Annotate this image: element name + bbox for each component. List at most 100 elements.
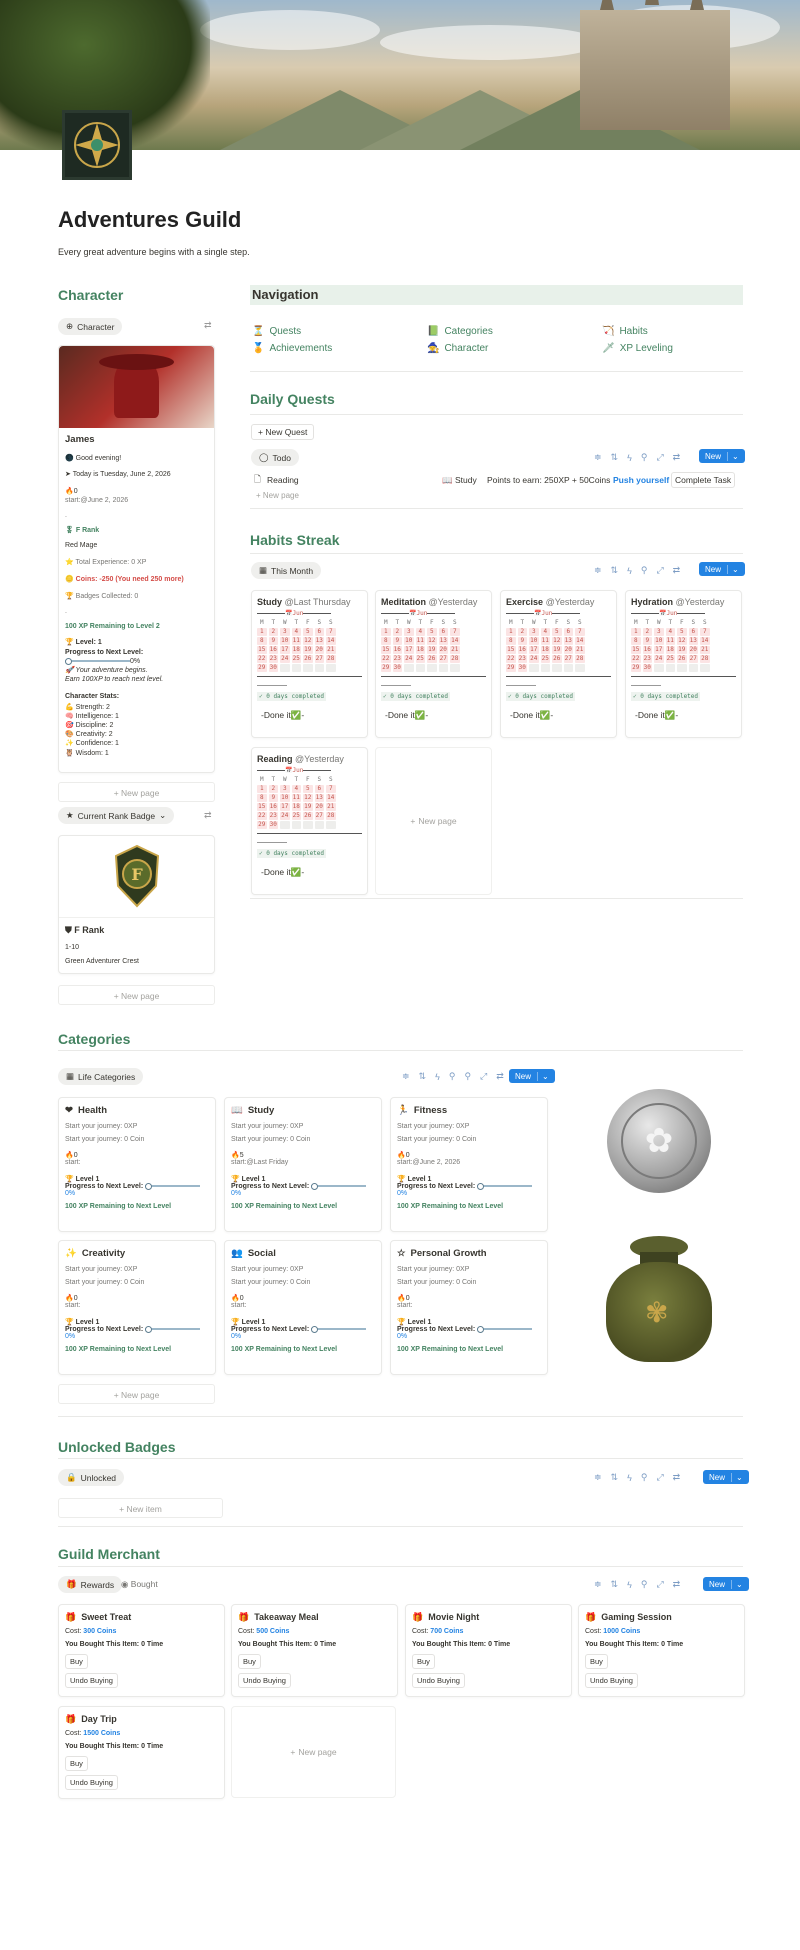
unlocked-new-button[interactable]: New ⌄ (703, 1470, 749, 1484)
buy-button[interactable]: Buy (65, 1654, 88, 1669)
reward-card[interactable]: 🎁 Gaming Session Cost: 1000 Coins You Bou… (578, 1604, 745, 1697)
nav-link-character[interactable]: 🧙 Character (427, 343, 488, 354)
life-categories-view-chip[interactable]: ▦ Life Categories (58, 1068, 144, 1085)
categories-new-button[interactable]: New ⌄ (509, 1069, 555, 1083)
lightning-icon[interactable]: ϟ (435, 1072, 440, 1082)
lightning-icon[interactable]: ϟ (627, 453, 632, 463)
lightning-icon[interactable]: ϟ (627, 566, 632, 576)
nav-link-xp-leveling[interactable]: 🗡 XP Leveling (602, 343, 673, 354)
complete-task-button[interactable]: Complete Task (671, 472, 736, 488)
filter-icon[interactable]: ≑ (594, 452, 602, 463)
sort-icon[interactable]: ⇅ (611, 565, 619, 576)
merchant-new-page[interactable]: + New page (231, 1706, 396, 1798)
done-it-button[interactable]: -Done it✅- (506, 707, 557, 724)
undo-buying-button[interactable]: Undo Buying (412, 1673, 465, 1688)
reward-card[interactable]: 🎁 Day Trip Cost: 1500 Coins You Bought Th… (58, 1706, 225, 1799)
settings-icon[interactable]: ⇄ (673, 565, 681, 576)
push-yourself-link[interactable]: Push yourself (613, 475, 669, 485)
badge-new-page[interactable]: + New page (58, 985, 215, 1005)
sort-icon[interactable]: ⇅ (611, 1472, 619, 1483)
rank-badge-card[interactable]: F ⛊ F Rank 1-10 Green Adventurer Crest (58, 835, 215, 974)
unlocked-view-chip[interactable]: 🔒 Unlocked (58, 1469, 125, 1486)
merchant-new-button[interactable]: New ⌄ (703, 1577, 749, 1591)
category-card[interactable]: ☆ Personal Growth Start your journey: 0XP… (390, 1240, 548, 1375)
this-month-view-chip[interactable]: ▦ This Month (251, 562, 322, 579)
search-icon[interactable]: ⚲ (641, 565, 648, 576)
settings-icon[interactable]: ⇄ (673, 1579, 681, 1590)
quest-new-page[interactable]: + New page (256, 491, 299, 500)
done-it-button[interactable]: -Done it✅- (631, 707, 682, 724)
undo-buying-button[interactable]: Undo Buying (585, 1673, 638, 1688)
category-card[interactable]: ❤ Health Start your journey: 0XP Start yo… (58, 1097, 216, 1232)
done-it-button[interactable]: -Done it✅- (257, 707, 308, 724)
character-card[interactable]: James 🌑 Good evening! ➤ Today is Tuesday… (58, 345, 215, 773)
category-card[interactable]: ✨ Creativity Start your journey: 0XP Star… (58, 1240, 216, 1375)
habits-new-button[interactable]: New ⌄ (699, 562, 745, 576)
tab-bought[interactable]: ◉ Bought (121, 1579, 158, 1590)
undo-buying-button[interactable]: Undo Buying (65, 1775, 118, 1790)
nav-link-categories[interactable]: 📗 Categories (427, 326, 493, 337)
expand-icon[interactable]: ⤢ (656, 1472, 663, 1483)
settings-icon[interactable]: ⇄ (496, 1071, 504, 1082)
settings-toggle-icon[interactable]: ⇄ (204, 810, 212, 821)
category-card[interactable]: 📖 Study Start your journey: 0XP Start you… (224, 1097, 382, 1232)
settings-icon[interactable]: ⇄ (673, 452, 681, 463)
expand-icon[interactable]: ⤢ (656, 1579, 663, 1590)
habit-card[interactable]: Reading @Yesterday 📅Jun M T W T F S S 1 2 3 4 5 6 7 8 9 10… (251, 747, 368, 895)
lightning-icon[interactable]: ϟ (627, 1473, 632, 1483)
weekday-label: T (271, 619, 276, 626)
reward-card[interactable]: 🎁 Sweet Treat Cost: 300 Coins You Bought … (58, 1604, 225, 1697)
category-card[interactable]: 🏃 Fitness Start your journey: 0XP Start y… (390, 1097, 548, 1232)
search-icon[interactable]: ⚲ (641, 1579, 648, 1590)
habits-new-page[interactable]: + New page (375, 747, 492, 895)
habit-card[interactable]: Meditation @Yesterday 📅Jun M T W T F S S 1 2 3 4 5 6 7 8… (375, 590, 492, 738)
expand-icon[interactable]: ⤢ (656, 565, 663, 576)
search-icon[interactable]: ⚲ (641, 1472, 648, 1483)
buy-button[interactable]: Buy (412, 1654, 435, 1669)
quest-new-button[interactable]: New ⌄ (699, 449, 745, 463)
sort-icon[interactable]: ⇅ (419, 1071, 427, 1082)
undo-buying-button[interactable]: Undo Buying (65, 1673, 118, 1688)
habit-card[interactable]: Exercise @Yesterday 📅Jun M T W T F S S 1 2 3 4 5 6 7 8 9 1… (500, 590, 617, 738)
categories-new-page[interactable]: + New page (58, 1384, 215, 1404)
calendar-day: 16 (268, 646, 278, 654)
settings-toggle-icon[interactable]: ⇄ (204, 320, 212, 331)
buy-button[interactable]: Buy (238, 1654, 261, 1669)
filter-icon[interactable]: ≑ (402, 1071, 410, 1082)
search-icon[interactable]: ⚲ (449, 1071, 456, 1082)
buy-button[interactable]: Buy (585, 1654, 608, 1669)
character-new-page[interactable]: + New page (58, 782, 215, 802)
reward-card[interactable]: 🎁 Movie Night Cost: 700 Coins You Bought … (405, 1604, 572, 1697)
nav-link-habits[interactable]: 🏹 Habits (602, 326, 648, 337)
nav-link-quests[interactable]: ⏳ Quests (252, 326, 301, 337)
habit-card[interactable]: Study @Last Thursday 📅Jun M T W T F S S 1 2 3 4 5 6 7 8 9… (251, 590, 368, 738)
sort-icon[interactable]: ⇅ (611, 452, 619, 463)
unlocked-new-item[interactable]: + New item (58, 1498, 223, 1518)
category-card[interactable]: 👥 Social Start your journey: 0XP Start yo… (224, 1240, 382, 1375)
expand-icon[interactable]: ⤢ (656, 452, 663, 463)
settings-icon[interactable]: ⇄ (673, 1472, 681, 1483)
expand-icon[interactable]: ⤢ (480, 1071, 487, 1082)
todo-view-chip[interactable]: ◯ Todo (251, 449, 299, 466)
search-icon[interactable]: ⚲ (641, 452, 648, 463)
calendar-day: 24 (654, 655, 664, 663)
quest-row[interactable]: 🗋 Reading 📖 Study Points to earn: 250XP … (251, 472, 743, 488)
new-quest-button[interactable]: + New Quest (251, 424, 315, 440)
character-view-chip[interactable]: ⊕ Character (58, 318, 123, 335)
habit-card[interactable]: Hydration @Yesterday 📅Jun M T W T F S S 1 2 3 4 5 6 7 8 9… (625, 590, 742, 738)
tab-rewards[interactable]: 🎁 Rewards (58, 1576, 123, 1593)
buy-button[interactable]: Buy (65, 1756, 88, 1771)
filter-icon[interactable]: ≑ (594, 1579, 602, 1590)
bought-count: You Bought This Item: 0 Time (585, 1641, 684, 1648)
done-it-button[interactable]: -Done it✅- (257, 864, 308, 881)
reward-card[interactable]: 🎁 Takeaway Meal Cost: 500 Coins You Bough… (231, 1604, 398, 1697)
lightning-icon[interactable]: ϟ (627, 1580, 632, 1590)
rank-badge-view-chip[interactable]: ★ Current Rank Badge ⌄ (58, 807, 175, 824)
nav-link-achievements[interactable]: 🏅 Achievements (252, 343, 332, 354)
undo-buying-button[interactable]: Undo Buying (238, 1673, 291, 1688)
filter-icon[interactable]: ≑ (594, 565, 602, 576)
done-it-button[interactable]: -Done it✅- (381, 707, 432, 724)
sort-icon[interactable]: ⇅ (611, 1579, 619, 1590)
filter-icon[interactable]: ≑ (594, 1472, 602, 1483)
search-icon[interactable]: ⚲ (464, 1071, 471, 1082)
